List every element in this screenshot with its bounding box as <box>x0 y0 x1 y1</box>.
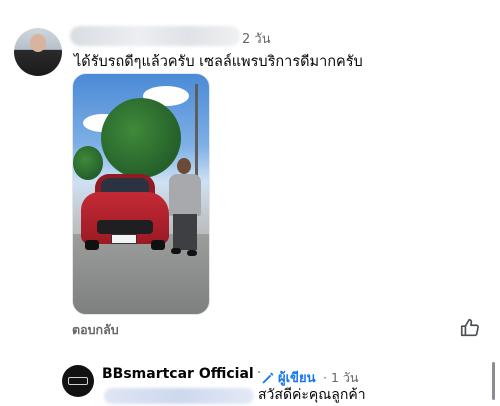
car-wheel <box>151 240 165 250</box>
reply-text: สวัสดีค่ะคุณลูกค้า <box>258 387 366 403</box>
commenter-name-blurred[interactable] <box>70 26 240 46</box>
tree <box>73 146 103 180</box>
person-legs <box>173 214 197 250</box>
avatar-face <box>30 34 46 52</box>
license-plate <box>111 234 137 244</box>
person-shoe <box>171 248 181 254</box>
comment-text: ได้รับรถดีๆแล้วครับ เซลล์แพรบริการดีมากค… <box>74 54 363 70</box>
tree <box>101 98 181 178</box>
person-head <box>177 158 191 174</box>
mentioned-name-blurred[interactable] <box>104 388 254 404</box>
comment-time[interactable]: 2 วัน <box>242 28 271 49</box>
commenter-avatar[interactable] <box>14 28 62 76</box>
car-windshield <box>101 178 149 192</box>
person <box>169 174 201 216</box>
reply-author-name[interactable]: BBsmartcar Official <box>102 366 254 382</box>
comment-photo[interactable] <box>72 73 210 315</box>
pencil-icon <box>262 372 274 383</box>
page-avatar[interactable] <box>62 365 94 397</box>
car-wheel <box>85 240 99 250</box>
thumbs-up-icon[interactable] <box>459 317 481 339</box>
logo-icon <box>68 377 88 385</box>
reply-button[interactable]: ตอบกลับ <box>72 320 119 340</box>
scrollbar[interactable] <box>492 362 495 400</box>
car-grille <box>97 220 153 234</box>
person-shoe <box>187 250 197 256</box>
